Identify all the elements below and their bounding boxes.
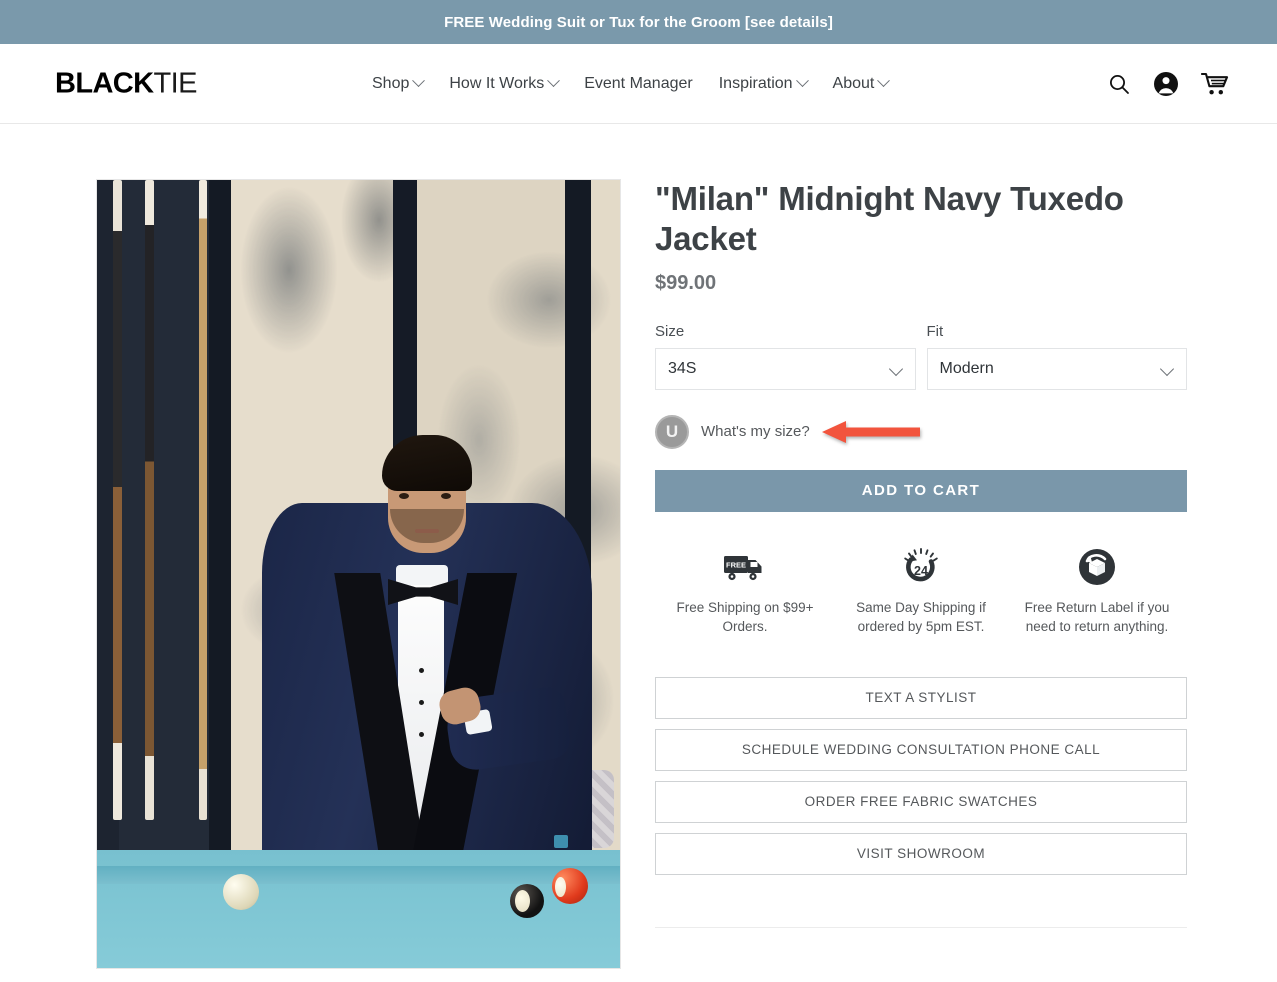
nav-item-label: How It Works <box>449 74 545 92</box>
product-title: "Milan" Midnight Navy Tuxedo Jacket <box>655 180 1124 258</box>
photo-model <box>262 313 592 873</box>
nav-item-inspiration[interactable]: Inspiration <box>718 74 809 93</box>
photo-red-ball <box>552 868 588 904</box>
size-label: Size <box>655 322 685 340</box>
benefit-text: Free Return Label if you need to return … <box>1024 599 1170 635</box>
benefit-text: Free Shipping on $99+ Orders. <box>676 599 814 635</box>
product-page-main: "Milan" Midnight Navy Tuxedo Jacket $99.… <box>0 124 1277 969</box>
photo-shirt-stud <box>419 732 424 737</box>
same-day-shipping-24-clock-icon: 24 <box>841 546 1001 588</box>
product-options: Size 34S Fit Modern <box>655 323 1187 390</box>
nav-item-label: Event Manager <box>584 74 693 92</box>
photo-shirt-stud <box>419 668 424 673</box>
logo-text-tie: TIE <box>153 67 198 99</box>
photo-model-mouth <box>415 529 439 533</box>
logo-text-black: BLACK <box>55 67 154 99</box>
benefit-free-shipping: FREE Free Shipping on $99+ Orders. <box>665 546 825 637</box>
chevron-down-icon <box>547 74 561 88</box>
photo-model-eye <box>399 493 409 499</box>
size-selected-value: 34S <box>668 359 697 377</box>
main-navigation: Shop How It Works Event Manager Inspirat… <box>372 74 891 93</box>
photo-pool-cue <box>145 180 154 820</box>
photo-shirt-stud <box>419 700 424 705</box>
photo-pool-table-cushion <box>97 866 620 884</box>
benefits-row: FREE Free Shipping on $99+ Orders. 24 Sa… <box>655 546 1187 637</box>
product-details: "Milan" Midnight Navy Tuxedo Jacket $99.… <box>655 179 1187 969</box>
photo-pool-cue <box>199 180 207 820</box>
fit-label: Fit <box>926 322 944 340</box>
account-icon[interactable] <box>1153 71 1179 97</box>
search-icon[interactable] <box>1107 72 1131 96</box>
nav-item-about[interactable]: About <box>832 74 891 93</box>
free-return-label-box-icon <box>1017 546 1177 588</box>
photo-model-hair <box>382 435 472 491</box>
nav-item-shop[interactable]: Shop <box>372 74 426 93</box>
photo-cue-ball <box>223 874 259 910</box>
secondary-actions: TEXT A STYLIST SCHEDULE WEDDING CONSULTA… <box>655 676 1187 875</box>
fit-selected-value: Modern <box>939 359 994 377</box>
chevron-down-icon <box>877 74 891 88</box>
site-logo[interactable]: BLACKTIE <box>55 69 197 98</box>
photo-cue-chalk <box>554 835 568 848</box>
announcement-bar: FREE Wedding Suit or Tux for the Groom [… <box>0 0 1277 44</box>
section-divider <box>655 926 1187 928</box>
photo-pool-cue <box>113 180 122 820</box>
benefit-free-returns: Free Return Label if you need to return … <box>1017 546 1177 637</box>
nav-item-label: Shop <box>372 74 410 92</box>
photo-shirt-collar <box>396 565 448 585</box>
chevron-down-icon <box>795 74 809 88</box>
nav-item-event-manager[interactable]: Event Manager <box>584 75 693 93</box>
size-help-row: U What's my size? <box>655 412 1187 452</box>
svg-text:24: 24 <box>914 564 928 578</box>
cart-icon[interactable] <box>1201 71 1231 97</box>
benefit-same-day-shipping: 24 Same Day Shipping if ordered by 5pm E… <box>841 546 1001 637</box>
chevron-down-icon <box>888 361 903 376</box>
add-to-cart-button[interactable]: ADD TO CART <box>655 469 1187 512</box>
site-header: BLACKTIE Shop How It Works Event Manager… <box>0 44 1277 124</box>
schedule-consultation-button[interactable]: SCHEDULE WEDDING CONSULTATION PHONE CALL <box>655 728 1187 771</box>
nav-item-label: Inspiration <box>718 74 793 92</box>
red-arrow-annotation <box>822 420 920 443</box>
header-icon-group <box>1107 71 1231 97</box>
nav-item-label: About <box>832 74 875 92</box>
whats-my-size-link[interactable]: What's my size? <box>701 423 810 440</box>
nav-item-how-it-works[interactable]: How It Works <box>449 74 561 93</box>
benefit-text: Same Day Shipping if ordered by 5pm EST. <box>856 599 986 635</box>
unspun-u-badge-icon[interactable]: U <box>655 414 689 449</box>
size-option-group: Size 34S <box>655 323 916 390</box>
free-shipping-truck-icon: FREE <box>665 546 825 588</box>
u-badge-letter: U <box>665 421 679 441</box>
photo-model-eye <box>441 493 451 499</box>
order-fabric-swatches-button[interactable]: ORDER FREE FABRIC SWATCHES <box>655 780 1187 823</box>
visit-showroom-button[interactable]: VISIT SHOWROOM <box>655 832 1187 875</box>
chevron-down-icon <box>412 74 426 88</box>
chevron-down-icon <box>1159 361 1175 376</box>
photo-eight-ball <box>510 884 544 918</box>
product-price: $99.00 <box>655 271 717 294</box>
fit-select[interactable]: Modern <box>926 347 1187 390</box>
text-a-stylist-button[interactable]: TEXT A STYLIST <box>655 676 1187 719</box>
announcement-text[interactable]: FREE Wedding Suit or Tux for the Groom [… <box>444 14 833 31</box>
svg-text:FREE: FREE <box>726 560 746 569</box>
size-select[interactable]: 34S <box>655 347 916 390</box>
product-gallery <box>96 179 621 969</box>
fit-option-group: Fit Modern <box>926 322 1187 390</box>
product-image[interactable] <box>96 179 621 969</box>
photo-panel-frame <box>209 180 231 880</box>
